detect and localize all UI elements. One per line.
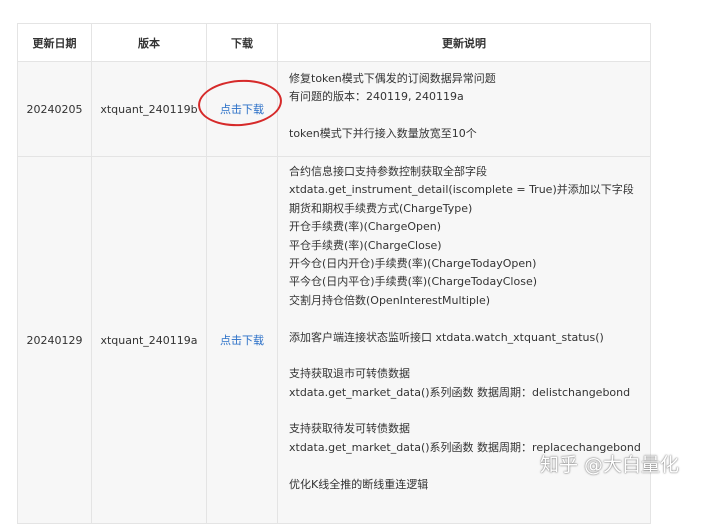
watermark: 知乎 @大白量化 bbox=[540, 454, 680, 476]
download-cell: 点击下载 bbox=[206, 156, 278, 524]
header-version: 版本 bbox=[91, 23, 207, 62]
note-line: token模式下并行接入数量放宽至10个 bbox=[289, 127, 477, 141]
note-line: 合约信息接口支持参数控制获取全部字段 bbox=[289, 165, 487, 178]
note-spacer bbox=[289, 347, 650, 365]
release-version: xtquant_240119a bbox=[91, 156, 207, 524]
header-date: 更新日期 bbox=[17, 23, 92, 62]
note-line: 开仓手续费(率)(ChargeOpen) bbox=[289, 220, 442, 234]
note-line: xtdata.get_market_data()系列函数 数据周期：delist… bbox=[289, 385, 631, 399]
header-notes: 更新说明 bbox=[277, 23, 651, 62]
note-line: 有问题的版本：240119, 240119a bbox=[289, 90, 464, 104]
table-header-row: 更新日期 版本 下载 更新说明 bbox=[17, 23, 651, 62]
note-spacer bbox=[289, 310, 650, 328]
release-notes: 修复token模式下偶发的订阅数据异常问题 有问题的版本：240119, 240… bbox=[277, 61, 651, 157]
download-link[interactable]: 点击下载 bbox=[220, 334, 264, 347]
header-download: 下载 bbox=[206, 23, 278, 62]
download-link[interactable]: 点击下载 bbox=[220, 103, 264, 116]
note-line: 支持获取退市可转债数据 bbox=[289, 367, 410, 381]
download-cell: 点击下载 bbox=[206, 61, 278, 157]
release-date: 20240205 bbox=[17, 61, 92, 157]
release-version: xtquant_240119b bbox=[91, 61, 207, 157]
note-spacer bbox=[289, 402, 650, 420]
note-line: 平今仓(日内平仓)手续费(率)(ChargeTodayClose) bbox=[289, 275, 537, 289]
note-spacer bbox=[289, 107, 650, 125]
note-line: 期货和期权手续费方式(ChargeType) bbox=[289, 201, 473, 215]
note-line: 优化K线全推的断线重连逻辑 bbox=[289, 477, 429, 491]
release-table: 更新日期 版本 下载 更新说明 20240205 xtquant_240119b… bbox=[17, 23, 651, 524]
release-date: 20240129 bbox=[17, 156, 92, 524]
note-line: 修复token模式下偶发的订阅数据异常问题 bbox=[289, 72, 496, 85]
note-line: xtdata.get_instrument_detail(iscomplete … bbox=[289, 183, 634, 197]
note-line: 支持获取待发可转债数据 bbox=[289, 422, 410, 436]
note-line: 开今仓(日内开仓)手续费(率)(ChargeTodayOpen) bbox=[289, 256, 537, 270]
note-line: 平仓手续费(率)(ChargeClose) bbox=[289, 238, 442, 252]
note-line: 添加客户端连接状态监听接口 xtdata.watch_xtquant_statu… bbox=[289, 330, 604, 344]
note-line: 交割月持仓倍数(OpenInterestMultiple) bbox=[289, 293, 491, 307]
table-row: 20240205 xtquant_240119b 点击下载 修复token模式下… bbox=[17, 61, 651, 157]
